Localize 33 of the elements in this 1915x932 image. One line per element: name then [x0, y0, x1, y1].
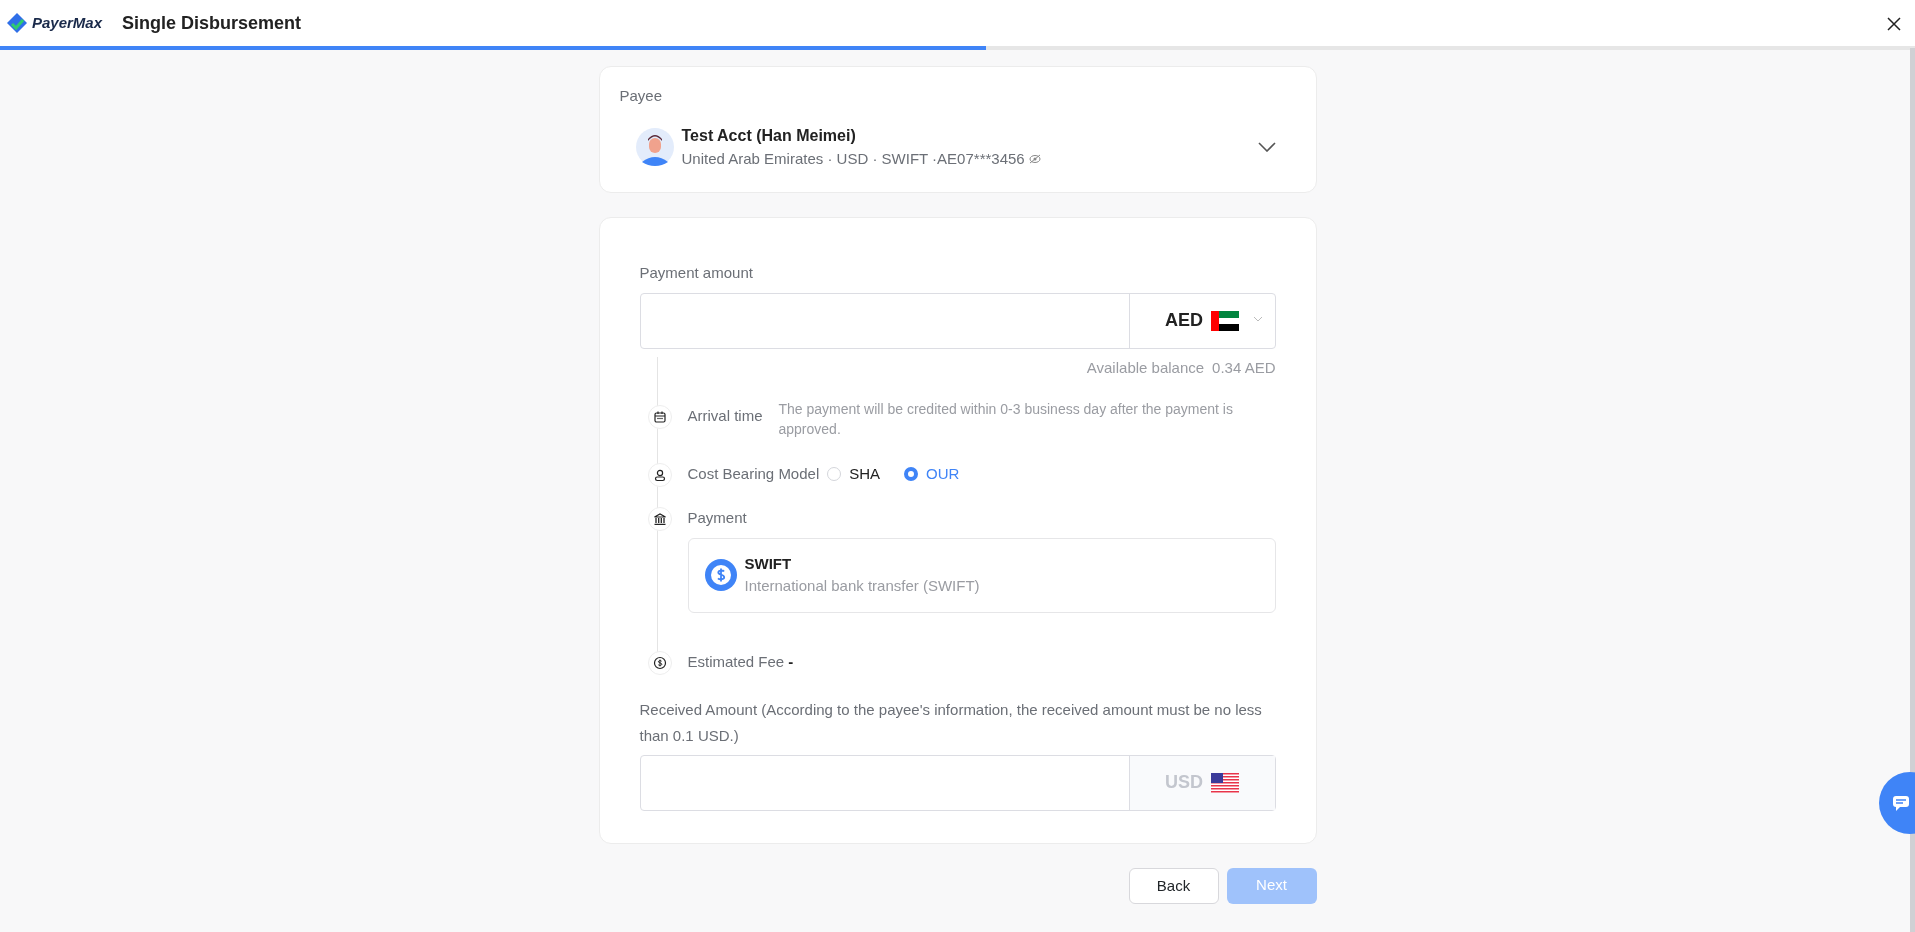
field-label: Received Amount (According to the payee's information, the received amount must be no less than 0.1 USD.) — [639, 699, 1263, 746]
chevron-down-icon — [1257, 141, 1276, 152]
step-label: Cost Bearing Model — [687, 464, 820, 484]
balance-label: Available balance — [1086, 358, 1205, 376]
radio-option[interactable]: SHA — [827, 463, 881, 486]
payee-details: United Arab Emirates · USD · SWIFT ·AE07***3456 — [681, 148, 1025, 169]
fee-value: - — [788, 651, 794, 672]
radio-option[interactable]: OUR — [904, 463, 960, 486]
dollar-circle-icon — [704, 559, 737, 591]
field-label: Payment amount — [639, 263, 754, 283]
bank-icon — [652, 512, 667, 526]
method-description: International bank transfer (SWIFT) — [744, 576, 980, 596]
step-label: Payment — [687, 508, 748, 528]
logo-icon — [6, 12, 28, 34]
step-label: Arrival time — [687, 406, 763, 426]
dollar-circle-icon — [652, 655, 667, 670]
person-icon — [652, 468, 667, 482]
method-name: SWIFT — [744, 553, 793, 574]
calendar-icon — [652, 410, 667, 424]
close-icon — [1887, 16, 1901, 31]
avatar-icon — [635, 127, 674, 166]
eye-slash-icon — [1028, 153, 1041, 164]
page-title: Single Disbursement — [122, 11, 302, 35]
payee-selector[interactable]: Test Acct (Han Meimei) United Arab Emirates · USD · SWIFT ·AE07***3456 — [619, 123, 1296, 170]
arrival-note: The payment will be credited within 0-3 business day after the payment is approved. — [778, 400, 1234, 439]
logo-text: PayerMax — [32, 12, 103, 33]
chat-icon — [1893, 795, 1909, 811]
balance-value: 0.34 AED — [1212, 358, 1276, 376]
payment-method-card[interactable]: SWIFT International bank transfer (SWIFT) — [687, 537, 1276, 613]
back-button[interactable]: Back — [1128, 867, 1219, 904]
step-label: Estimated Fee — [687, 651, 785, 672]
payee-name: Test Acct (Han Meimei) — [681, 125, 857, 146]
payee-label: Payee — [619, 86, 664, 106]
